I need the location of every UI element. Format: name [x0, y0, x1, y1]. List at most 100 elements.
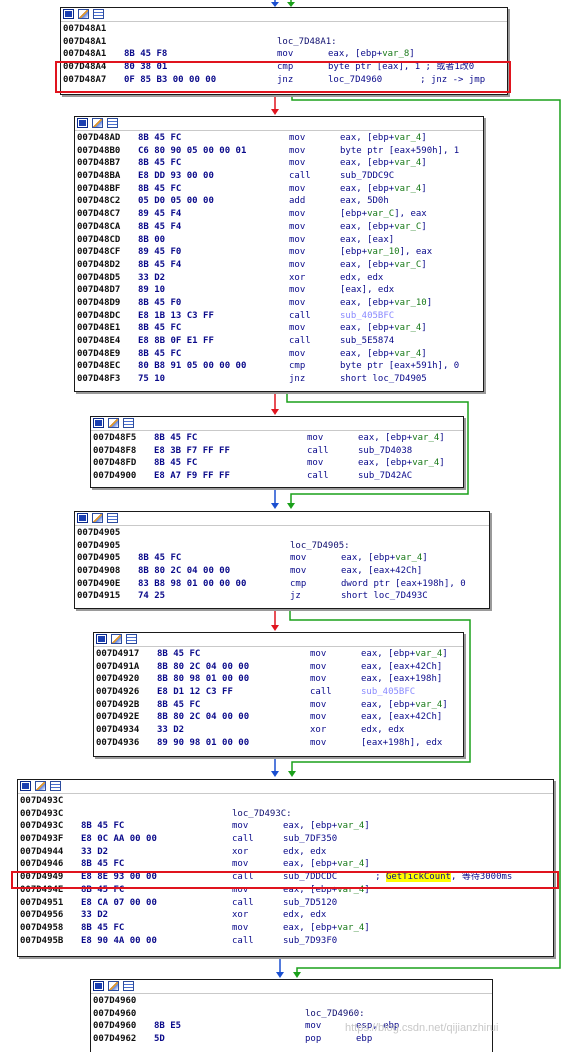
listing-icon[interactable]	[123, 418, 134, 428]
line-address: 007D48E9	[77, 348, 121, 359]
code-line[interactable]: 007D48B7 8B 45 FC mov eax, [ebp+var_4]	[77, 157, 483, 170]
mnemonic: mov	[289, 297, 306, 308]
code-line[interactable]: 007D4908 8B 80 2C 04 00 00 mov eax, [eax+42…	[77, 565, 489, 578]
operands: eax, [eax+42Ch]	[361, 711, 442, 724]
code-line[interactable]: 007D4905 8B 45 FC mov eax, [ebp+var_4]	[77, 552, 489, 565]
code-line[interactable]: 007D4900 E8 A7 F9 FF FF call sub_7D42AC	[93, 470, 463, 483]
code-line[interactable]: 007D4934 33 D2 xor edx, edx	[96, 724, 463, 737]
code-line[interactable]: 007D4920 8B 80 98 01 00 00 mov eax, [eax+19…	[96, 673, 463, 686]
graph-icon[interactable]	[20, 781, 31, 791]
code-line[interactable]: 007D48D7 89 10 mov [eax], edx	[77, 284, 483, 297]
operand-text: edx, edx	[283, 846, 327, 857]
code-block-loc-7d493c[interactable]: 007D493C 007D493C loc_7D493C: 007D493C 8B 45…	[17, 779, 554, 957]
code-block-7d48ad[interactable]: 007D48AD 8B 45 FC mov eax, [ebp+var_4] 007D4…	[74, 116, 484, 392]
edit-icon[interactable]	[78, 9, 89, 19]
graph-icon[interactable]	[96, 634, 107, 644]
block-toolbar	[94, 633, 463, 647]
operand-text: sub_7D42AC	[358, 471, 413, 482]
code-line[interactable]: 007D48F3 75 10 jnz short loc_7D4905	[77, 373, 483, 386]
code-line[interactable]: 007D4926 E8 D1 12 C3 FF call sub_405BFC	[96, 686, 463, 699]
code-line[interactable]: 007D48E1 8B 45 FC mov eax, [ebp+var_4]	[77, 322, 483, 335]
listing-icon[interactable]	[126, 634, 137, 644]
code-line[interactable]: 007D4951 E8 CA 07 00 00 call sub_7D5120	[20, 897, 553, 910]
code-line[interactable]: 007D491A 8B 80 2C 04 00 00 mov eax, [eax+42…	[96, 661, 463, 674]
code-line[interactable]: 007D48FD 8B 45 FC mov eax, [ebp+var_4]	[93, 457, 463, 470]
code-line[interactable]: 007D48DC E8 1B 13 C3 FF call sub_405BFC	[77, 310, 483, 323]
graph-icon[interactable]	[63, 9, 74, 19]
code-line[interactable]: 007D48F8 E8 3B F7 FF FF call sub_7D4038	[93, 445, 463, 458]
code-line[interactable]: 007D490E 83 B8 98 01 00 00 00 cmp dword ptr…	[77, 578, 489, 591]
code-line[interactable]: 007D493C loc_7D493C:	[20, 808, 553, 821]
code-block-loc-7d4905[interactable]: 007D4905 007D4905 loc_7D4905: 007D4905 8B 45…	[74, 511, 490, 609]
code-block-7d4917[interactable]: 007D4917 8B 45 FC mov eax, [ebp+var_4] 007D4…	[93, 632, 464, 757]
code-line[interactable]: 007D4917 8B 45 FC mov eax, [ebp+var_4]	[96, 648, 463, 661]
mnemonic: xor	[232, 910, 249, 921]
code-line[interactable]: 007D48BF 8B 45 FC mov eax, [ebp+var_4]	[77, 183, 483, 196]
code-line[interactable]: 007D4905 loc_7D4905:	[77, 540, 489, 553]
edit-icon[interactable]	[35, 781, 46, 791]
code-line[interactable]: 007D48A1 loc_7D48A1:	[63, 36, 507, 49]
mnemonic: mov	[310, 674, 327, 685]
code-line[interactable]: 007D4962 5D pop ebp	[93, 1033, 492, 1046]
code-line[interactable]: 007D48E4 E8 8B 0F E1 FF call sub_5E5874	[77, 335, 483, 348]
code-line[interactable]: 007D48D5 33 D2 xor edx, edx	[77, 272, 483, 285]
listing-icon[interactable]	[93, 9, 104, 19]
operands: edx, edx	[283, 909, 326, 922]
code-line[interactable]: 007D4946 8B 45 FC mov eax, [ebp+var_4]	[20, 858, 553, 871]
code-line[interactable]: 007D48CD 8B 00 mov eax, [eax]	[77, 234, 483, 247]
code-line[interactable]: 007D48AD 8B 45 FC mov eax, [ebp+var_4]	[77, 132, 483, 145]
edit-icon[interactable]	[108, 981, 119, 991]
listing-icon[interactable]	[107, 118, 118, 128]
line-address: 007D493F	[20, 834, 64, 845]
listing-icon[interactable]	[50, 781, 61, 791]
code-line[interactable]: 007D4944 33 D2 xor edx, edx	[20, 846, 553, 859]
edit-icon[interactable]	[111, 634, 122, 644]
edit-icon[interactable]	[92, 513, 103, 523]
code-block-7d48f5[interactable]: 007D48F5 8B 45 FC mov eax, [ebp+var_4] 007D4…	[90, 416, 464, 488]
code-line[interactable]: 007D48CA 8B 45 F4 mov eax, [ebp+var_C]	[77, 221, 483, 234]
graph-icon[interactable]	[77, 118, 88, 128]
edit-icon[interactable]	[92, 118, 103, 128]
code-line[interactable]: 007D4905	[77, 527, 489, 540]
edit-icon[interactable]	[108, 418, 119, 428]
code-line[interactable]: 007D48D2 8B 45 F4 mov eax, [ebp+var_C]	[77, 259, 483, 272]
operand-text: eax, [eax+42Ch]	[361, 712, 443, 723]
opcode-bytes: 8B 45 FC	[138, 183, 182, 194]
edge-b6-to-b7	[276, 956, 284, 978]
code-line[interactable]: 007D48B0 C6 80 90 05 00 00 01 mov byte ptr …	[77, 145, 483, 158]
code-line[interactable]: 007D493C 8B 45 FC mov eax, [ebp+var_4]	[20, 820, 553, 833]
listing-icon[interactable]	[107, 513, 118, 523]
code-line[interactable]: 007D48F5 8B 45 FC mov eax, [ebp+var_4]	[93, 432, 463, 445]
block-lines: 007D4905 007D4905 loc_7D4905: 007D4905 8B 45…	[75, 526, 489, 605]
code-line[interactable]: 007D493C	[20, 795, 553, 808]
code-line[interactable]: 007D48CF 89 45 F0 mov [ebp+var_10], eax	[77, 246, 483, 259]
mnemonic: call	[232, 897, 254, 908]
code-line[interactable]: 007D4960	[93, 995, 492, 1008]
code-line[interactable]: 007D4960 loc_7D4960:	[93, 1008, 492, 1021]
code-line[interactable]: 007D4956 33 D2 xor edx, edx	[20, 909, 553, 922]
code-line[interactable]: 007D48D9 8B 45 F0 mov eax, [ebp+var_10]	[77, 297, 483, 310]
code-block-loc-7d4960[interactable]: 007D4960 007D4960 loc_7D4960: 007D4960 8B E5…	[90, 979, 493, 1052]
code-line[interactable]: 007D492E 8B 80 2C 04 00 00 mov eax, [eax+42…	[96, 711, 463, 724]
code-line[interactable]: 007D4936 89 90 98 01 00 00 mov [eax+198h], …	[96, 737, 463, 750]
code-line[interactable]: 007D492B 8B 45 FC mov eax, [ebp+var_4]	[96, 699, 463, 712]
code-line[interactable]: 007D48BA E8 DD 93 00 00 call sub_7DDC9C	[77, 170, 483, 183]
code-line[interactable]: 007D493F E8 0C AA 00 00 call sub_7DF350	[20, 833, 553, 846]
operands: byte ptr [eax+590h], 1	[340, 145, 459, 158]
code-line[interactable]: 007D48C7 89 45 F4 mov [ebp+var_C], eax	[77, 208, 483, 221]
code-line[interactable]: 007D48C2 05 D0 05 00 00 add eax, 5D0h	[77, 195, 483, 208]
code-line[interactable]: 007D48EC 80 B8 91 05 00 00 00 cmp byte ptr …	[77, 360, 483, 373]
code-line[interactable]: 007D48A1 8B 45 F8 mov eax, [ebp+var_8]	[63, 48, 507, 61]
listing-icon[interactable]	[123, 981, 134, 991]
code-line[interactable]: 007D4915 74 25 jz short loc_7D493C	[77, 590, 489, 603]
code-line[interactable]: 007D495B E8 90 4A 00 00 call sub_7D93F0	[20, 935, 553, 948]
opcode-bytes: 75 10	[138, 374, 166, 385]
graph-icon[interactable]	[93, 981, 104, 991]
graph-icon[interactable]	[77, 513, 88, 523]
operand-text: eax, [ebp+	[340, 348, 395, 359]
code-line[interactable]: 007D48E9 8B 45 FC mov eax, [ebp+var_4]	[77, 348, 483, 361]
code-line[interactable]: 007D4958 8B 45 FC mov eax, [ebp+var_4]	[20, 922, 553, 935]
code-line[interactable]: 007D48A1	[63, 23, 507, 36]
graph-icon[interactable]	[93, 418, 104, 428]
opcode-bytes: 8B 45 FC	[138, 133, 182, 143]
